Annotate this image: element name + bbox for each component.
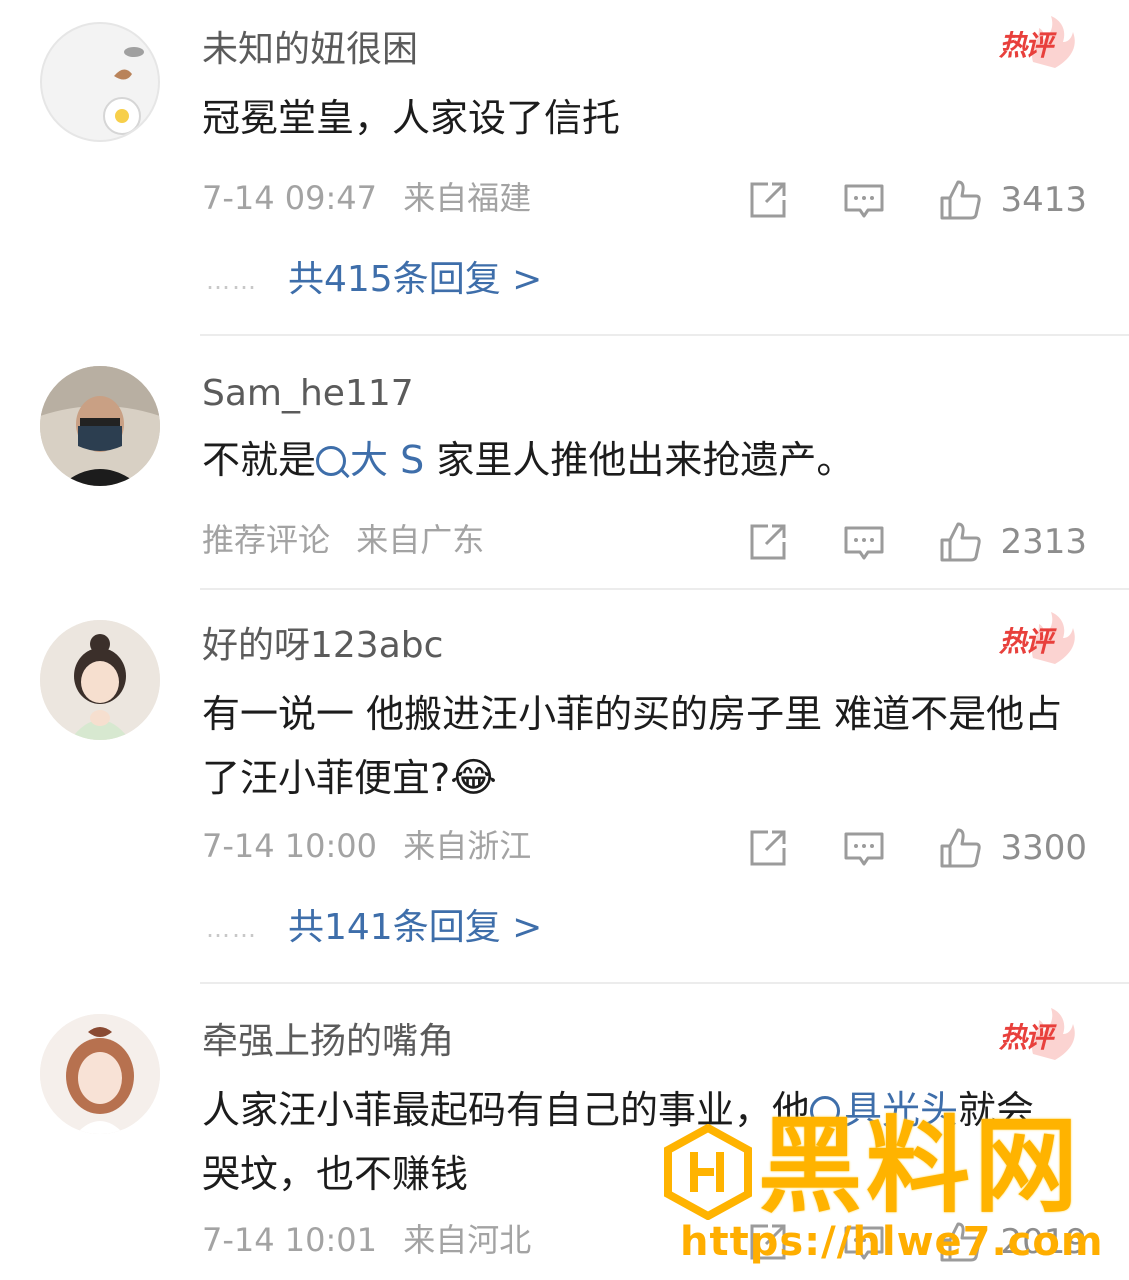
recommend-label: 推荐评论 xyxy=(202,521,331,559)
username[interactable]: 牵强上扬的嘴角 xyxy=(202,1024,454,1060)
avatar[interactable] xyxy=(40,22,160,142)
comment-actions: 3300 xyxy=(746,824,1087,872)
comment-location: 来自福建 xyxy=(403,179,532,217)
replies-label: 共141条回复 > xyxy=(288,907,543,948)
replies-label: 共415条回复 > xyxy=(288,259,543,300)
share-icon[interactable] xyxy=(746,520,790,564)
comment-text: 冠冕堂皇，人家设了信托 xyxy=(202,96,621,140)
like-count: 3300 xyxy=(1000,828,1087,868)
divider xyxy=(200,334,1129,336)
comment-location: 来自浙江 xyxy=(403,827,532,865)
divider xyxy=(200,588,1129,590)
comment-icon[interactable] xyxy=(842,520,886,564)
like-icon[interactable] xyxy=(938,826,982,870)
topic-label: 大 S xyxy=(350,438,425,482)
laugh-cry-emoji: 😂 xyxy=(450,755,497,801)
avatar[interactable] xyxy=(40,1014,160,1134)
watermark: 黑料网 https://hlwe7.com xyxy=(660,1114,1120,1278)
divider xyxy=(200,982,1129,984)
reply-dots: …… xyxy=(206,267,258,295)
comment-text: 不就是大 S 家里人推他出来抢遗产。 xyxy=(202,428,1082,492)
search-icon xyxy=(316,446,347,476)
comment-actions: 2313 xyxy=(746,518,1087,566)
hot-badge: 热评 xyxy=(999,610,1085,666)
avatar-illustration xyxy=(103,47,144,135)
comment-time: 7-14 10:00 xyxy=(202,827,378,865)
comment-icon[interactable] xyxy=(842,178,886,222)
username[interactable]: 未知的妞很困 xyxy=(202,32,418,68)
comment-location: 来自广东 xyxy=(356,521,485,559)
avatar-illustration xyxy=(40,1014,160,1134)
avatar-photo xyxy=(40,366,160,486)
comment-location: 来自河北 xyxy=(403,1221,532,1259)
like-count: 3413 xyxy=(1000,180,1087,220)
username[interactable]: Sam_he117 xyxy=(202,376,414,412)
hot-badge-label: 热评 xyxy=(999,625,1053,658)
topic-link[interactable]: 大 S xyxy=(316,438,424,482)
watermark-url: https://hlwe7.com xyxy=(680,1219,1104,1265)
comment-text-after: 家里人推他出来抢遗产。 xyxy=(436,438,855,482)
comment-text-before: 不就是 xyxy=(202,438,317,482)
comment-meta: 7-14 10:00 来自浙江 xyxy=(202,830,531,862)
avatar[interactable] xyxy=(40,620,160,740)
avatar[interactable] xyxy=(40,366,160,486)
comment-meta: 7-14 09:47 来自福建 xyxy=(202,182,531,214)
view-replies-link[interactable]: …… 共415条回复 > xyxy=(206,262,542,298)
share-icon[interactable] xyxy=(746,178,790,222)
avatar-illustration xyxy=(40,620,160,740)
comment-time: 7-14 10:01 xyxy=(202,1221,378,1259)
like-icon[interactable] xyxy=(938,520,982,564)
comment-text: 有一说一 他搬进汪小菲的买的房子里 难道不是他占了汪小菲便宜?😂 xyxy=(202,682,1072,810)
reply-dots: …… xyxy=(206,915,258,943)
comment-actions: 3413 xyxy=(746,176,1087,224)
comment-icon[interactable] xyxy=(842,826,886,870)
hot-badge-label: 热评 xyxy=(999,1021,1053,1054)
comment-meta: 推荐评论 来自广东 xyxy=(202,524,484,556)
comment-time: 7-14 09:47 xyxy=(202,179,378,217)
watermark-title: 黑料网 xyxy=(758,1105,1083,1227)
share-icon[interactable] xyxy=(746,826,790,870)
comment-text-content: 有一说一 他搬进汪小菲的买的房子里 难道不是他占了汪小菲便宜? xyxy=(202,692,1063,800)
username[interactable]: 好的呀123abc xyxy=(202,628,443,664)
like-icon[interactable] xyxy=(938,178,982,222)
comment-meta: 7-14 10:01 来自河北 xyxy=(202,1224,531,1256)
hot-badge-label: 热评 xyxy=(999,29,1053,62)
hot-badge: 热评 xyxy=(999,1006,1085,1062)
hot-badge: 热评 xyxy=(999,14,1085,70)
view-replies-link[interactable]: …… 共141条回复 > xyxy=(206,910,542,946)
watermark-logo-icon xyxy=(664,1124,752,1220)
like-count: 2313 xyxy=(1000,522,1087,562)
